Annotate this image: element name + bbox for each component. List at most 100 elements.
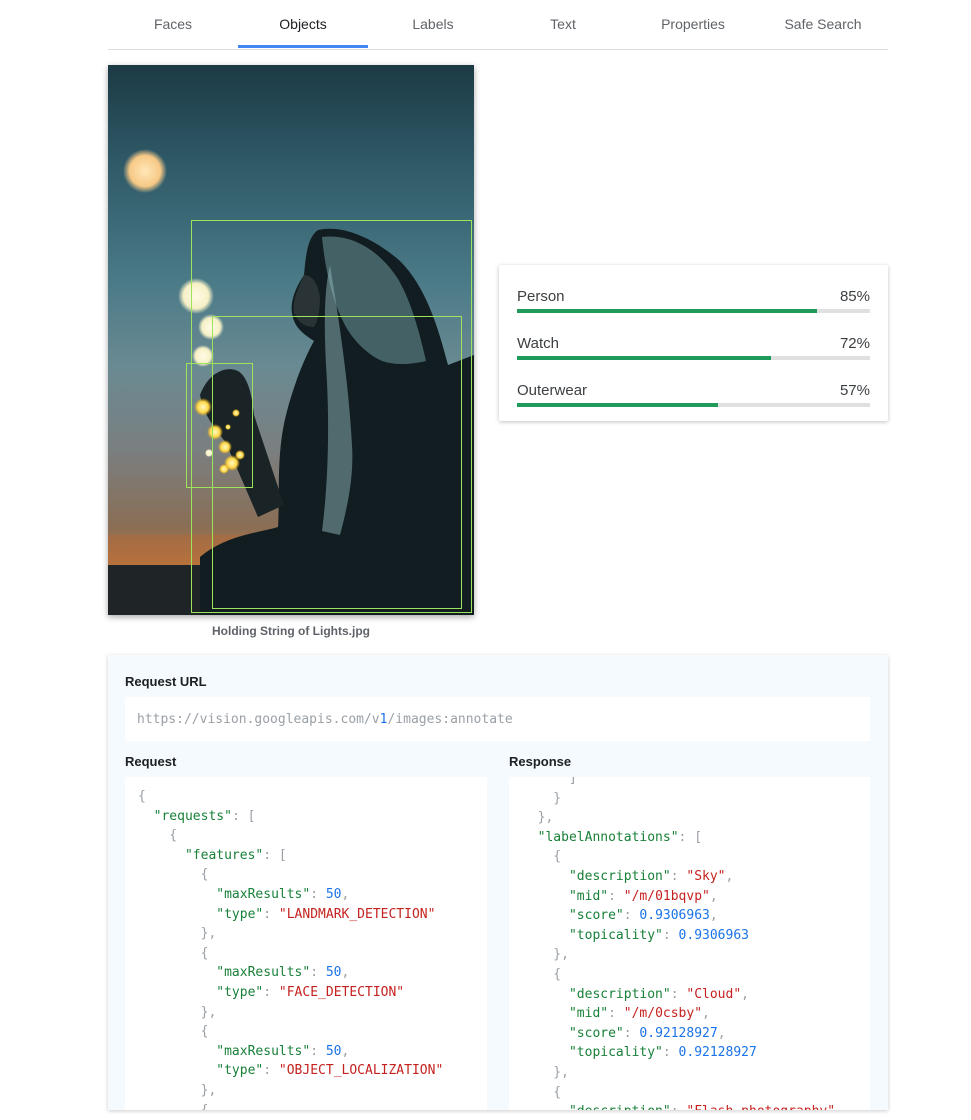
code-token: , <box>709 908 718 924</box>
code-token: : <box>662 927 679 943</box>
object-score-bar <box>517 356 870 360</box>
url-suffix: /images:annotate <box>387 711 513 727</box>
tab-text[interactable]: Text <box>498 0 628 49</box>
code-token: , <box>709 888 718 904</box>
code-token: "type" <box>216 906 264 922</box>
code-token: : <box>608 1006 624 1022</box>
code-token: "description" <box>568 986 671 1002</box>
code-token: , <box>341 1043 350 1059</box>
code-token: "score" <box>568 908 624 924</box>
code-token: : <box>263 984 279 1000</box>
object-row-watch: Watch 72% <box>517 330 870 377</box>
code-token: : <box>623 908 640 924</box>
code-token: "Sky" <box>686 868 726 884</box>
request-url-label: Request URL <box>125 674 207 689</box>
code-token: "description" <box>568 868 671 884</box>
response-code: ] } }, "labelAnnotations": [ { "descript… <box>522 777 870 1110</box>
code-token: { <box>522 849 562 865</box>
bbox-watch <box>186 363 253 488</box>
tab-labels[interactable]: Labels <box>368 0 498 49</box>
code-token: "FACE_DETECTION" <box>278 984 405 1000</box>
code-token: , <box>341 886 350 902</box>
request-url-field[interactable]: https://vision.googleapis.com/v 1/images:… <box>125 697 870 741</box>
code-token: ] <box>522 777 577 786</box>
code-token: : <box>263 906 279 922</box>
object-score-fill <box>517 356 772 360</box>
code-token: { <box>138 945 209 961</box>
code-token: : [ <box>678 829 703 845</box>
code-token: , <box>725 868 734 884</box>
response-json[interactable]: ] } }, "labelAnnotations": [ { "descript… <box>509 777 870 1110</box>
object-row-person: Person 85% <box>517 283 870 330</box>
object-score: 72% <box>839 335 870 352</box>
objects-card: Person 85% Watch 72% Outerwear 57% <box>499 265 888 421</box>
tab-safe-search[interactable]: Safe Search <box>758 0 888 49</box>
code-token: }, <box>138 1082 217 1098</box>
code-token: "topicality" <box>568 1045 663 1061</box>
code-token: "maxResults" <box>216 886 311 902</box>
object-name: Watch <box>517 335 559 352</box>
code-token: : <box>263 1063 279 1079</box>
code-token: 0.9306963 <box>639 908 710 924</box>
response-label: Response <box>509 754 572 769</box>
object-score: 85% <box>839 288 870 305</box>
object-score-fill <box>517 403 719 407</box>
code-token: "description" <box>569 1104 671 1110</box>
code-token: "score" <box>568 1025 624 1041</box>
code-token: { <box>138 867 209 883</box>
request-json[interactable]: { "requests": [ { "features": [ { "maxRe… <box>125 777 487 1110</box>
tab-objects[interactable]: Objects <box>238 0 368 49</box>
code-token: { <box>138 1102 209 1111</box>
image-caption: Holding String of Lights.jpg <box>212 624 370 638</box>
code-token: 0.9306963 <box>678 927 749 943</box>
code-token: : <box>670 868 687 884</box>
code-token: "OBJECT_LOCALIZATION" <box>278 1063 444 1079</box>
url-prefix: https://vision.googleapis.com/v <box>137 711 380 727</box>
code-token: }, <box>522 947 569 963</box>
code-token: 50 <box>325 1043 342 1059</box>
code-token: : <box>310 965 326 981</box>
code-token: "LANDMARK_DETECTION" <box>278 906 436 922</box>
code-token: "mid" <box>568 1006 609 1022</box>
code-token: "/m/0csby" <box>623 1006 703 1022</box>
code-token: }, <box>522 810 554 826</box>
code-token: , <box>835 1104 843 1110</box>
code-token: , <box>741 986 749 1002</box>
code-token: "Cloud" <box>686 986 742 1002</box>
code-token: { <box>138 789 146 804</box>
feature-tabs: Faces Objects Labels Text Properties Saf… <box>108 0 888 50</box>
url-version: 1 <box>379 711 388 727</box>
code-token: 50 <box>325 965 342 981</box>
code-token: : [ <box>263 847 287 863</box>
code-token: : <box>310 1043 326 1059</box>
code-token: { <box>138 1024 209 1040</box>
api-panel: Request URL https://vision.googleapis.co… <box>108 655 888 1110</box>
code-token: 0.92128927 <box>678 1045 757 1061</box>
code-token: "features" <box>184 847 264 863</box>
code-token: { <box>522 966 562 982</box>
tab-properties[interactable]: Properties <box>628 0 758 49</box>
tab-faces[interactable]: Faces <box>108 0 238 49</box>
code-token: { <box>522 1084 562 1100</box>
code-token: : <box>310 886 326 902</box>
object-score-bar <box>517 403 870 407</box>
code-token: : [ <box>231 808 256 824</box>
code-token: "type" <box>216 984 264 1000</box>
code-token: "type" <box>216 1063 264 1079</box>
object-score: 57% <box>839 382 870 399</box>
code-token: : <box>623 1025 640 1041</box>
code-token: "/m/01bqvp" <box>623 888 710 904</box>
code-token: : <box>670 986 687 1002</box>
